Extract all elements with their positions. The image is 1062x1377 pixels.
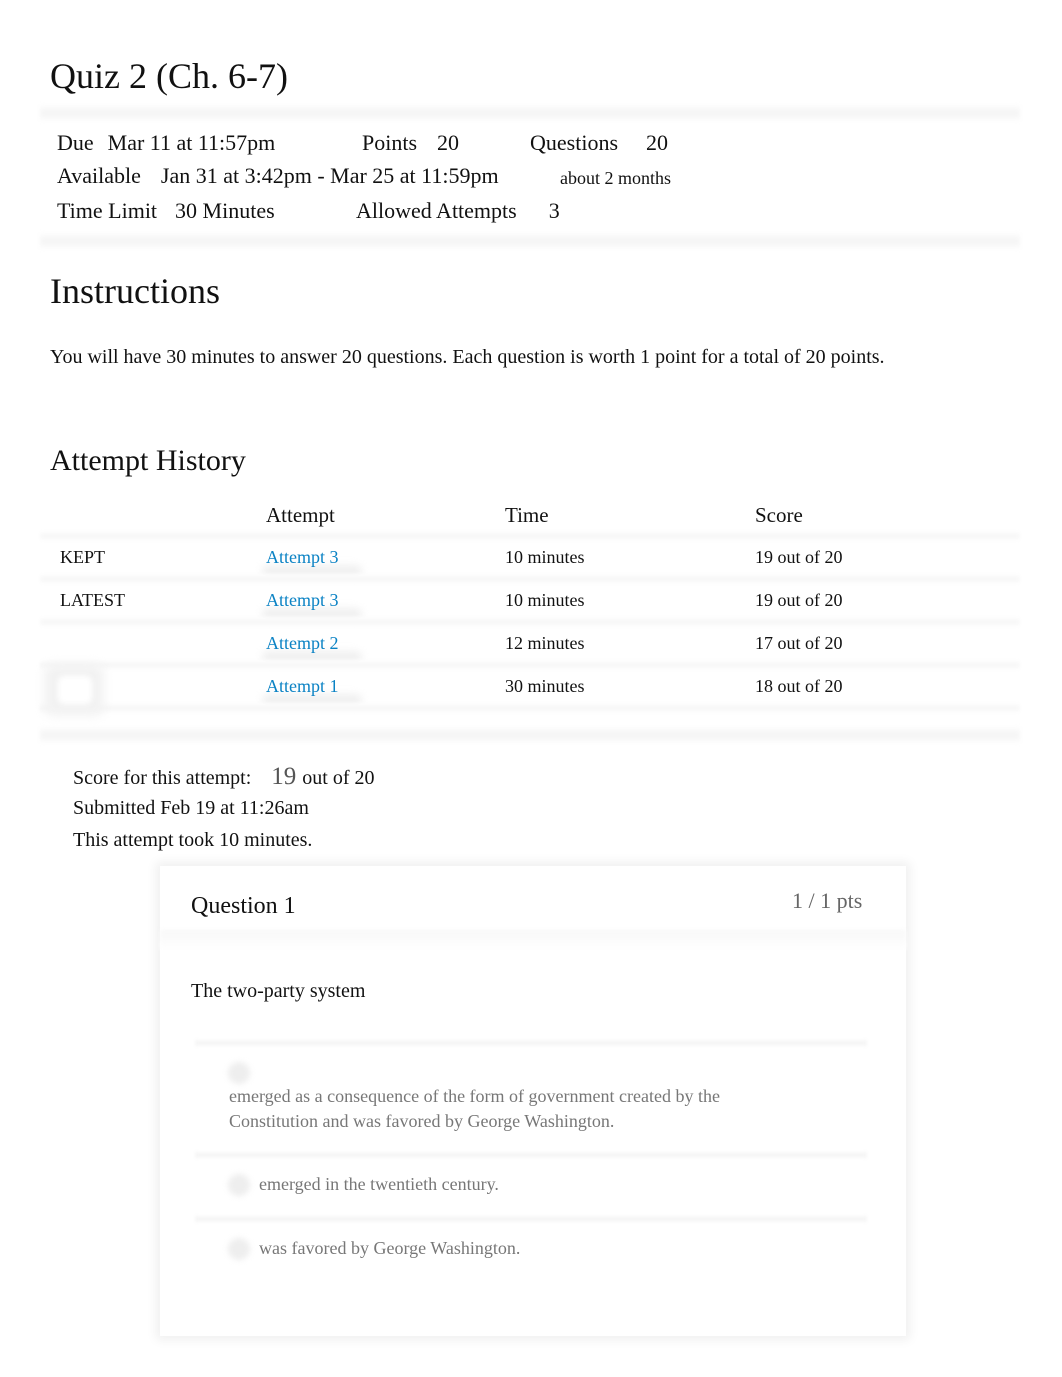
attempt-tag: KEPT (60, 547, 105, 567)
divider (40, 104, 1020, 122)
column-header-score: Score (755, 503, 803, 527)
attempt-score: 18 out of 20 (755, 676, 843, 696)
available-duration: about 2 months (560, 168, 671, 188)
radio-button[interactable] (228, 1238, 250, 1260)
due-value: Mar 11 at 11:57pm (107, 130, 276, 155)
attempt-tag: LATEST (60, 590, 125, 610)
answer-option[interactable]: emerged as a consequence of the form of … (229, 1084, 720, 1134)
attempt-history-heading: Attempt History (50, 444, 246, 477)
answer-divider (195, 1216, 867, 1222)
divider (40, 726, 1020, 744)
points-label: Points (362, 130, 418, 155)
instructions-text: You will have 30 minutes to answer 20 qu… (50, 346, 885, 368)
radio-button[interactable] (228, 1062, 250, 1084)
page-title: Quiz 2 (Ch. 6-7) (50, 56, 288, 96)
attempt-score: 17 out of 20 (755, 633, 843, 653)
column-header-attempt: Attempt (266, 503, 335, 527)
attempt-link[interactable]: Attempt 3 (266, 547, 339, 568)
allowed-attempts-label: Allowed Attempts (356, 198, 517, 223)
row-divider (40, 660, 1020, 670)
divider (40, 232, 1020, 250)
attempt-duration: This attempt took 10 minutes. (73, 829, 313, 851)
time-limit-detail: Time Limit 30 Minutes (57, 198, 275, 224)
row-divider (40, 531, 1020, 541)
score-label: Score for this attempt: (73, 767, 252, 789)
score-value: 19 (271, 763, 297, 790)
attempt-score: 19 out of 20 (755, 547, 843, 567)
question-title: Question 1 (191, 893, 296, 919)
available-value: Jan 31 at 3:42pm - Mar 25 at 11:59pm (160, 163, 499, 188)
submitted-time: Submitted Feb 19 at 11:26am (73, 797, 309, 819)
questions-label: Questions (530, 130, 618, 155)
attempt-link[interactable]: Attempt 2 (266, 633, 339, 654)
row-divider (40, 703, 1020, 713)
time-limit-label: Time Limit (57, 198, 158, 223)
attempt-time: 10 minutes (505, 590, 585, 610)
blurred-button-icon (58, 676, 92, 704)
available-detail: Available Jan 31 at 3:42pm - Mar 25 at 11… (57, 163, 499, 189)
column-header-time: Time (505, 503, 549, 527)
answer-option[interactable]: was favored by George Washington. (259, 1236, 520, 1261)
score-total: out of 20 (302, 767, 375, 789)
instructions-heading: Instructions (50, 271, 220, 311)
answer-divider (195, 1040, 867, 1046)
due-detail: Due Mar 11 at 11:57pm (57, 130, 275, 156)
allowed-attempts-value: 3 (548, 198, 560, 223)
points-detail: Points 20 (362, 130, 459, 156)
attempt-time: 12 minutes (505, 633, 585, 653)
available-label: Available (57, 163, 141, 188)
question-text: The two-party system (191, 980, 366, 1002)
answer-divider (195, 1152, 867, 1158)
radio-button[interactable] (228, 1174, 250, 1196)
attempt-score: 19 out of 20 (755, 590, 843, 610)
question-points: 1 / 1 pts (792, 888, 863, 913)
questions-detail: Questions 20 (530, 130, 668, 156)
attempt-time: 30 minutes (505, 676, 585, 696)
due-label: Due (57, 130, 94, 155)
questions-value: 20 (646, 130, 668, 155)
score-summary: Score for this attempt: 19 out of 20 (73, 763, 375, 791)
attempt-time: 10 minutes (505, 547, 585, 567)
answer-text-line: emerged as a consequence of the form of … (229, 1086, 720, 1106)
row-divider (40, 617, 1020, 627)
allowed-attempts-detail: Allowed Attempts 3 (356, 198, 560, 224)
answer-option[interactable]: emerged in the twentieth century. (259, 1172, 499, 1197)
attempt-link[interactable]: Attempt 3 (266, 590, 339, 611)
points-value: 20 (437, 130, 460, 155)
question-header-divider (160, 930, 906, 950)
answer-text-line: Constitution and was favored by George W… (229, 1111, 615, 1131)
row-divider (40, 574, 1020, 584)
attempt-link[interactable]: Attempt 1 (266, 676, 339, 697)
time-limit-value: 30 Minutes (175, 198, 275, 223)
